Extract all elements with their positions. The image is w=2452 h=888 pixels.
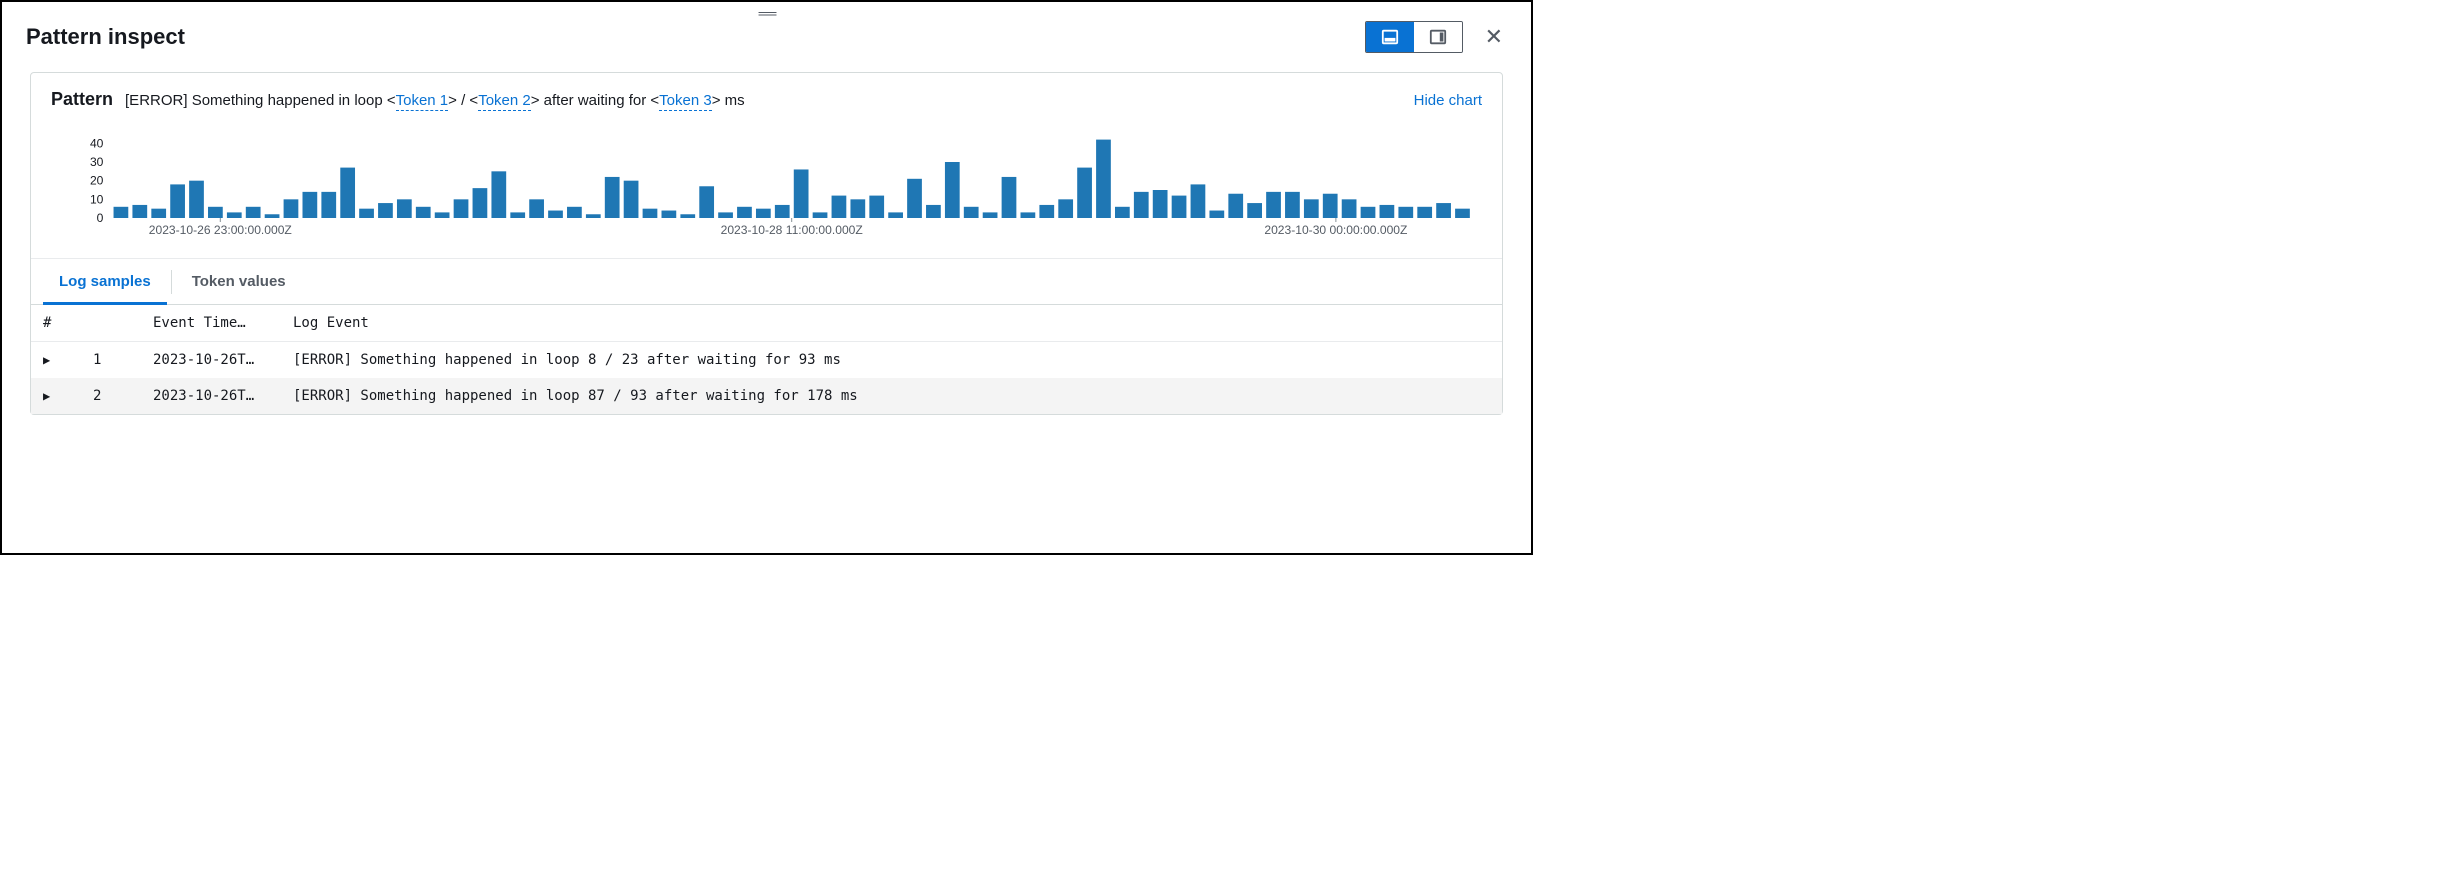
card-title: Pattern: [51, 89, 113, 110]
pattern-card: Pattern [ERROR] Something happened in lo…: [30, 72, 1503, 415]
view-mode-bottom-button[interactable]: [1366, 22, 1414, 52]
pattern-text-segment: [ERROR] Something happened in loop <: [125, 92, 396, 109]
chart: 0 10 20 30 40 2023-10-26 23:00:00.000Z 2023-10…: [31, 124, 1502, 248]
expand-row-icon[interactable]: ▶: [43, 353, 93, 367]
col-hash: #: [43, 315, 93, 331]
table-header: # Event Time… Log Event: [31, 305, 1502, 342]
row-time: 2023-10-26T…: [153, 388, 293, 404]
layout-bottom-icon: [1381, 28, 1399, 46]
svg-text:40: 40: [90, 136, 104, 150]
pattern-text-segment: > ms: [712, 92, 745, 109]
tab-token-values[interactable]: Token values: [176, 259, 302, 304]
svg-text:2023-10-30 00:00:00.000Z: 2023-10-30 00:00:00.000Z: [1264, 223, 1407, 237]
header-controls: ✕: [1365, 20, 1507, 54]
hide-chart-link[interactable]: Hide chart: [1414, 92, 1482, 109]
layout-side-icon: [1429, 28, 1447, 46]
view-mode-toggle: [1365, 21, 1463, 53]
tab-log-samples[interactable]: Log samples: [43, 259, 167, 304]
drag-handle-icon[interactable]: ══: [759, 5, 775, 21]
col-log-event: Log Event: [293, 315, 1490, 331]
row-index: 2: [93, 388, 153, 404]
page-title: Pattern inspect: [26, 24, 185, 50]
tabs: Log samples Token values: [31, 258, 1502, 305]
row-event: [ERROR] Something happened in loop 87 / …: [293, 388, 1490, 404]
expand-row-icon[interactable]: ▶: [43, 389, 93, 403]
svg-text:2023-10-28 11:00:00.000Z: 2023-10-28 11:00:00.000Z: [721, 223, 863, 237]
row-index: 1: [93, 352, 153, 368]
token-3-link[interactable]: Token 3: [659, 92, 712, 111]
pattern-text: [ERROR] Something happened in loop <Toke…: [125, 92, 745, 109]
svg-text:10: 10: [90, 192, 104, 206]
view-mode-side-button[interactable]: [1414, 22, 1462, 52]
row-time: 2023-10-26T…: [153, 352, 293, 368]
close-icon[interactable]: ✕: [1481, 20, 1507, 54]
svg-text:2023-10-26 23:00:00.000Z: 2023-10-26 23:00:00.000Z: [149, 223, 292, 237]
table-row: ▶ 2 2023-10-26T… [ERROR] Something happe…: [31, 378, 1502, 414]
card-header: Pattern [ERROR] Something happened in lo…: [31, 73, 1502, 124]
pattern-text-segment: > after waiting for <: [531, 92, 659, 109]
token-1-link[interactable]: Token 1: [396, 92, 449, 111]
row-event: [ERROR] Something happened in loop 8 / 2…: [293, 352, 1490, 368]
svg-text:30: 30: [90, 155, 104, 169]
svg-text:20: 20: [90, 174, 104, 188]
tab-divider: [171, 270, 172, 294]
svg-text:0: 0: [97, 211, 104, 225]
col-event-time: Event Time…: [153, 315, 293, 331]
table-row: ▶ 1 2023-10-26T… [ERROR] Something happe…: [31, 342, 1502, 378]
token-2-link[interactable]: Token 2: [478, 92, 531, 111]
bar-chart: 0 10 20 30 40 2023-10-26 23:00:00.000Z 2023-10…: [51, 130, 1482, 240]
pattern-description: Pattern [ERROR] Something happened in lo…: [51, 89, 745, 110]
pattern-text-segment: > / <: [448, 92, 478, 109]
